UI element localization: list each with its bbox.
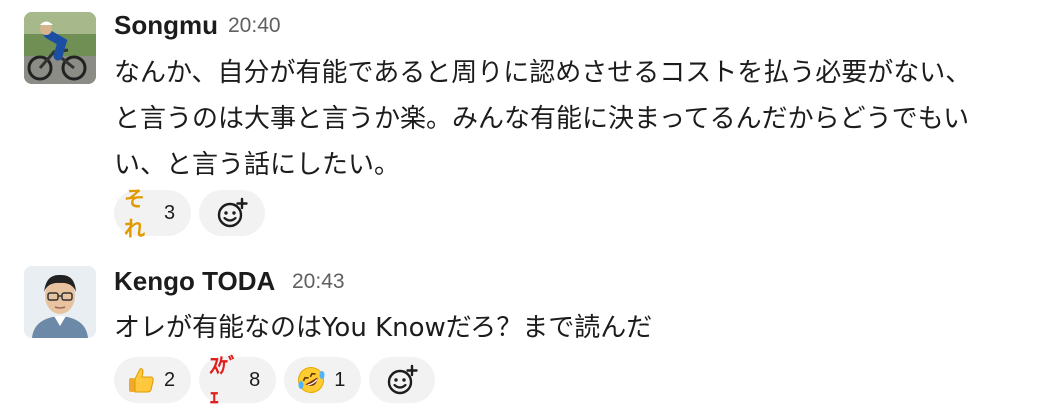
add-reaction-button[interactable] — [369, 357, 436, 403]
sore-emoji: それ — [124, 187, 145, 241]
cyclist-avatar-image — [24, 12, 96, 84]
add-reaction-icon — [388, 364, 419, 395]
avatar[interactable] — [24, 12, 96, 84]
reaction-rofl[interactable]: 1 — [284, 357, 362, 403]
rolling-on-floor-laughing-emoji — [294, 363, 328, 397]
reaction-sugee[interactable]: ｽｹﾞｪ 8 — [199, 354, 277, 408]
message-text: なんか、自分が有能であると周りに認めさせるコストを払う必要がない、 と言うのは大… — [114, 50, 1034, 188]
person-avatar-image — [24, 266, 96, 338]
reaction-count: 3 — [164, 201, 176, 224]
avatar[interactable] — [24, 266, 96, 338]
add-reaction-button[interactable] — [199, 190, 266, 236]
author-name[interactable]: Kengo TODA — [114, 266, 275, 297]
message-line: オレが有能なのはYou Knowだろ？まで読んだ — [114, 313, 653, 343]
message-text: オレが有能なのはYou Knowだろ？まで読んだ — [114, 305, 1034, 351]
reaction-thumbs-up[interactable]: 2 — [114, 357, 192, 403]
message-line: と言うのは大事と言うか楽。みんな有能に決まってるんだからどうでもい — [114, 104, 970, 134]
sugee-emoji: ｽｹﾞｪ — [209, 354, 239, 408]
message-kengo: Kengo TODA 20:43 オレが有能なのはYou Knowだろ？まで読ん… — [0, 250, 1052, 420]
message-line: い、と言う話にしたい。 — [114, 150, 401, 180]
reaction-sore[interactable]: それ 3 — [114, 187, 192, 241]
thumbs-up-emoji — [124, 363, 158, 397]
author-name[interactable]: Songmu — [114, 10, 218, 41]
reaction-count: 8 — [249, 368, 261, 391]
message-songmu: Songmu 20:40 なんか、自分が有能であると周りに認めさせるコストを払う… — [0, 0, 1052, 250]
add-reaction-icon — [217, 197, 248, 228]
timestamp[interactable]: 20:40 — [228, 14, 281, 38]
reaction-bar: それ 3 — [114, 187, 266, 241]
timestamp[interactable]: 20:43 — [292, 270, 345, 294]
reaction-count: 1 — [334, 368, 346, 391]
reaction-bar: 2 ｽｹﾞｪ 8 1 — [114, 354, 436, 408]
reaction-count: 2 — [164, 368, 176, 391]
message-line: なんか、自分が有能であると周りに認めさせるコストを払う必要がない、 — [114, 58, 972, 88]
